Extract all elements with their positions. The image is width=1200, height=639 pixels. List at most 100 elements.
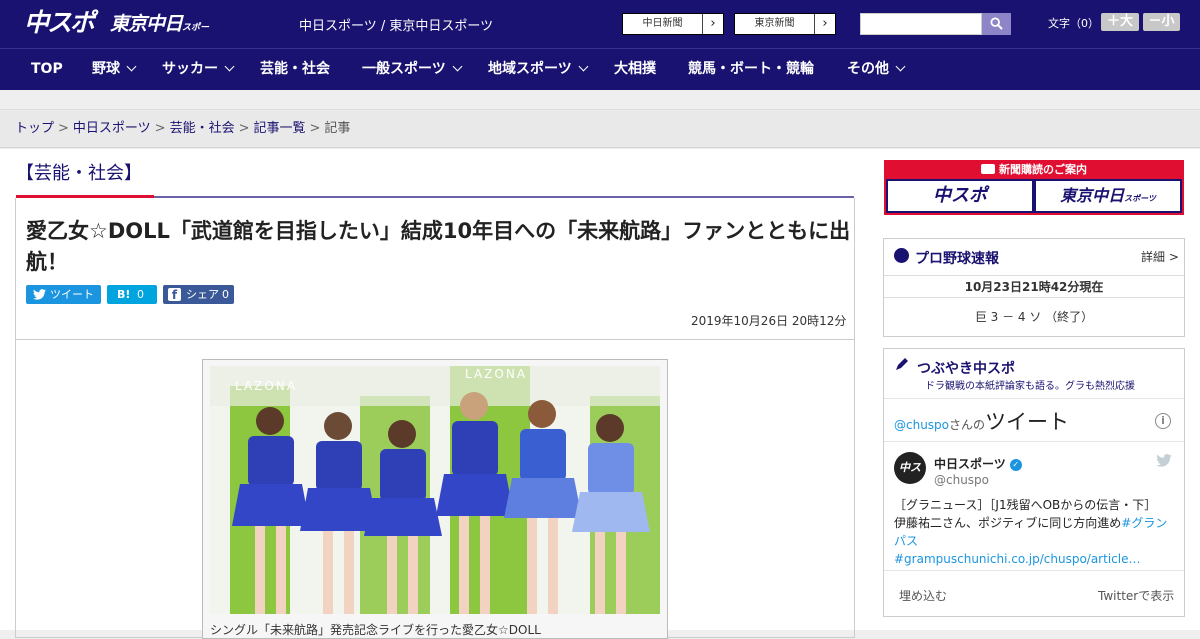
nav-soccer[interactable]: サッカー [162,49,235,90]
tweet-share-button[interactable]: ツイート [26,285,101,304]
article-photo[interactable]: LAZONA LAZONA [210,366,660,614]
verified-badge-icon: ✓ [1009,458,1022,471]
baseball-icon [894,248,909,263]
nav-entertainment[interactable]: 芸能・社会 [260,49,330,90]
twitter-bird-icon [1156,454,1172,467]
search-input[interactable] [860,13,982,35]
article-date: 2019年10月26日 20時12分 [691,314,847,328]
breadcrumb-chunichi-sports[interactable]: 中日スポーツ [73,121,151,136]
group-photo-image: LAZONA LAZONA [210,366,660,614]
chevron-down-icon [895,61,906,72]
embed-link[interactable]: 埋め込む [899,587,947,604]
tokyo-shimbun-label: 東京新聞 [735,14,815,34]
tweet-text: ［グラニュース］［J1残留へOBからの伝言・下］ 伊藤祐二さん、ポジティブに同じ… [894,496,1174,568]
baseball-score[interactable]: 巨 3 － 4 ソ （終了） [884,308,1184,325]
timeline-tweets-label: ツイート [985,410,1070,434]
chevron-down-icon [126,61,137,72]
tweet-line: 伊藤祐二さん、ポジティブに同じ方向進め#グランパス [894,514,1174,550]
font-size-label: 文字（0） [1048,17,1099,30]
nav-label: 一般スポーツ [362,61,446,77]
site-names[interactable]: 中日スポーツ / 東京中日スポーツ [299,15,493,34]
subscription-title-text: 新聞購読のご案内 [999,163,1087,176]
nav-sumo[interactable]: 大相撲 [614,49,656,90]
chunichi-shimbun-button[interactable]: 中日新聞 › [622,13,724,35]
facebook-icon: f [168,288,181,302]
timeline-handle-line: @chuspoさんのツイート [894,406,1069,436]
chevron-down-icon [224,61,235,72]
photo-sign-text: LAZONA [465,367,527,381]
main-nav: TOP 野球 サッカー 芸能・社会 一般スポーツ 地域スポーツ 大相撲 競馬・ボ… [0,48,1200,90]
nav-label: 芸能・社会 [260,61,330,77]
tokyo-chunichi-logo[interactable]: 東京中日スポーツ [110,11,210,63]
breadcrumb-entertainment[interactable]: 芸能・社会 [170,121,235,136]
facebook-share-count: 0 [222,288,229,301]
ad-tokyo-logo-main: 東京中日 [1060,186,1125,205]
nav-label: 野球 [92,61,120,77]
breadcrumb: トップ > 中日スポーツ > 芸能・社会 > 記事一覧 > 記事 [0,111,1200,148]
ad-chuspo-logo: 中スポ [888,181,1032,211]
twitter-widget-title: つぶやき中スポ [917,361,1015,377]
tweet-line-text: 伊藤祐二さん、ポジティブに同じ方向進め [894,516,1122,530]
twitter-widget-subtitle: ドラ観戦の本紙評論家も語る。グラも熱烈応援 [925,381,1135,392]
search-icon [990,17,1003,30]
chevron-down-icon [452,61,463,72]
account-name-text: 中日スポーツ [934,457,1006,471]
font-bigger-button[interactable]: ＋大 [1101,13,1139,31]
tokyo-shimbun-button[interactable]: 東京新聞 › [734,13,836,35]
baseball-widget-title: プロ野球速報 [915,251,999,267]
nav-label: 地域スポーツ [488,61,572,77]
chevron-right-icon: › [822,16,828,31]
breadcrumb-separator: > [154,121,166,136]
nav-other[interactable]: その他 [847,49,906,90]
hatena-bookmark-button[interactable]: B! 0 [107,285,157,304]
ad-tokyo-logo: 東京中日スポーツ [1036,181,1180,211]
photo-sign-text: LAZONA [235,379,297,393]
search-button[interactable] [982,13,1011,35]
pen-icon [894,356,910,372]
nav-baseball[interactable]: 野球 [92,49,137,90]
timeline-handle[interactable]: @chuspo [894,418,949,432]
nav-label: その他 [847,61,889,77]
baseball-as-of: 10月23日21時42分現在 [884,275,1184,298]
nav-label: サッカー [162,61,218,77]
nav-general-sports[interactable]: 一般スポーツ [362,49,463,90]
spacer-band [0,90,1200,110]
facebook-share-button[interactable]: f シェア 0 [163,285,234,304]
account-handle[interactable]: @chuspo [934,473,989,487]
facebook-share-label: シェア [186,288,219,301]
info-icon[interactable]: i [1155,413,1171,429]
hatena-count: 0 [137,288,144,301]
tweet-line: ［グラニュース］［J1残留へOBからの伝言・下］ [894,498,1157,512]
breadcrumb-current: 記事 [324,121,351,136]
chunichi-shimbun-label: 中日新聞 [623,14,703,34]
font-smaller-button[interactable]: －小 [1143,13,1180,31]
view-on-twitter-link[interactable]: Twitterで表示 [1098,587,1174,604]
nav-label: TOP [31,61,63,77]
breadcrumb-separator: > [238,121,250,136]
nav-label: 競馬・ボート・競輪 [688,61,814,77]
baseball-details-link[interactable]: 詳細 > [1141,248,1179,265]
article-headline: 愛乙女☆DOLL「武道館を目指したい」結成10年目への「未来航路」ファンとともに… [26,219,851,274]
chevron-right-icon: › [710,16,716,31]
ad-tokyo-logo-small: スポーツ [1124,194,1156,203]
twitter-bird-icon [33,289,46,300]
nav-top[interactable]: TOP [31,49,63,90]
tweet-footer-divider [884,570,1184,571]
nav-regional-sports[interactable]: 地域スポーツ [488,49,589,90]
tokyo-logo-main: 東京中日 [110,13,183,35]
breadcrumb-top[interactable]: トップ [15,121,54,136]
newspaper-icon [981,164,995,174]
top-header: 中スポ 東京中日スポーツ 中日スポーツ / 東京中日スポーツ 中日新聞 › 東京… [0,0,1200,63]
nav-label: 大相撲 [614,61,656,77]
account-name[interactable]: 中日スポーツ ✓ [934,455,1022,472]
chevron-down-icon [578,61,589,72]
tweet-link[interactable]: #grampuschunichi.co.jp/chuspo/article… [894,550,1174,568]
subscription-banner-title: 新聞購読のご案内 [884,160,1184,179]
breadcrumb-article-list[interactable]: 記事一覧 [254,121,306,136]
breadcrumb-separator: > [309,121,321,136]
article-divider [16,339,854,340]
article-category: 【芸能・社会】 [16,163,142,184]
avatar[interactable]: 中スポ [894,452,926,484]
chuspo-logo[interactable]: 中スポ [24,8,100,38]
nav-racing[interactable]: 競馬・ボート・競輪 [688,49,814,90]
